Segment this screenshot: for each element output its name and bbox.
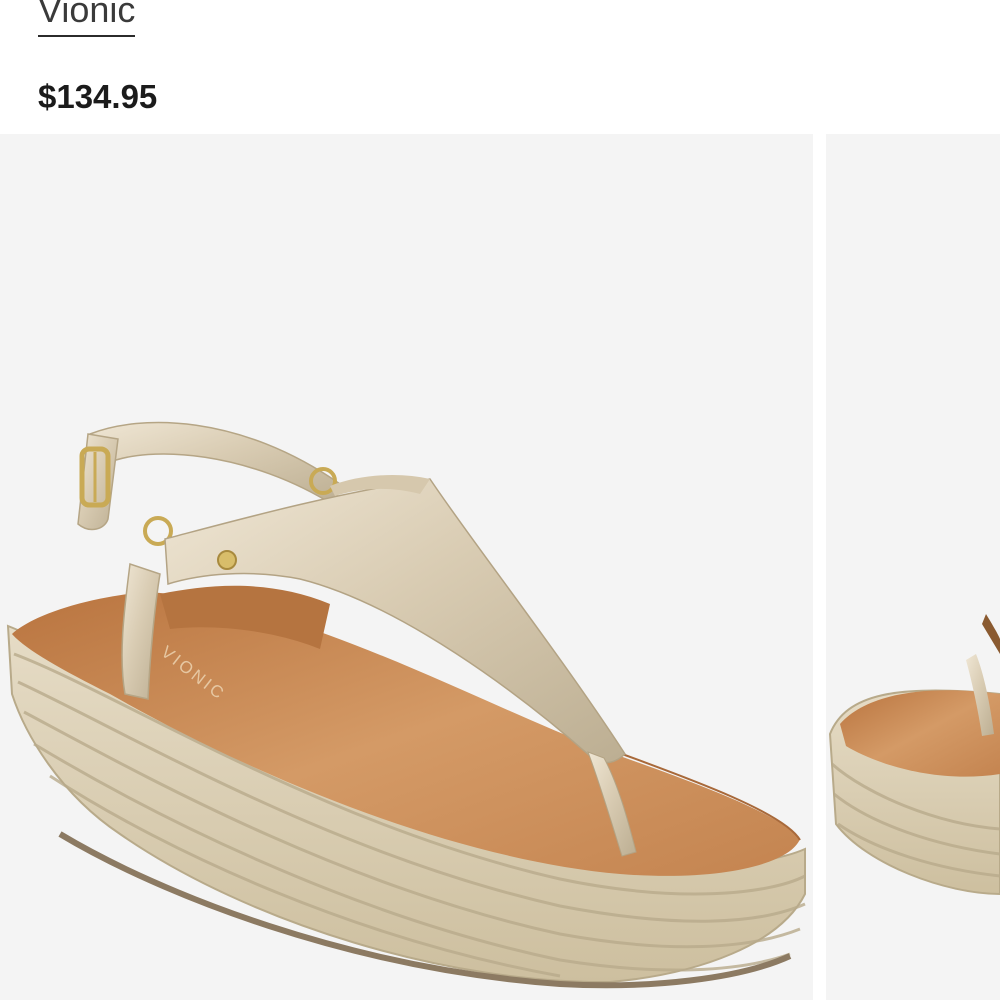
sandal-image: VIONIC <box>6 421 806 989</box>
brand-link[interactable]: Vionic <box>38 0 136 37</box>
image-gallery[interactable]: VIONIC <box>0 134 1000 1000</box>
sandal-image <box>828 614 1000 896</box>
gallery-image-main[interactable]: VIONIC <box>0 134 813 1000</box>
product-price: $134.95 <box>38 78 158 115</box>
gallery-image-next[interactable] <box>826 134 1000 1000</box>
